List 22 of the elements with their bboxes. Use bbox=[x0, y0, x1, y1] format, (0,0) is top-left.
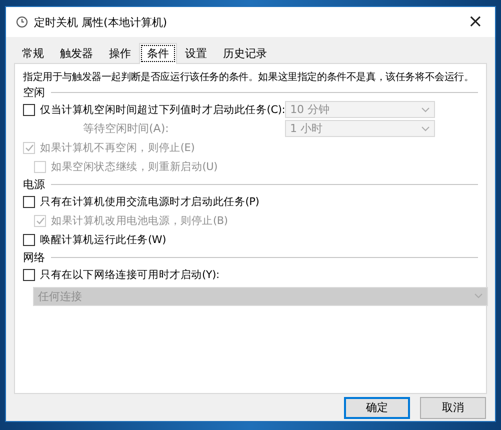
checkbox-label: 如果计算机不再空闲，则停止(E) bbox=[40, 140, 195, 154]
dialog-button[interactable]: 取消 bbox=[420, 396, 486, 418]
field-label: 等待空闲时间(A): bbox=[82, 121, 170, 136]
description-text: 指定用于与触发器一起判断是否应运行该任务的条件。如果这里指定的条件不是真，该任务将不会运行。 bbox=[23, 70, 475, 84]
close-button[interactable]: × bbox=[464, 13, 487, 31]
checkbox-label: 仅当计算机空闲时间超过下列值时才启动此任务(C): bbox=[40, 102, 286, 116]
tab[interactable]: 操作 bbox=[101, 43, 139, 64]
tab[interactable]: 历史记录 bbox=[215, 43, 275, 64]
section-title: 空闲 bbox=[23, 84, 45, 100]
tab[interactable]: 设置 bbox=[177, 43, 215, 64]
section-title: 电源 bbox=[23, 176, 45, 192]
checkbox-label: 如果空闲状态继续，则重新启动(U) bbox=[51, 160, 218, 174]
checkbox-label: 唤醒计算机运行此任务(W) bbox=[40, 232, 166, 246]
tab[interactable]: 触发器 bbox=[52, 43, 101, 64]
dialog-button[interactable]: 确定 bbox=[344, 396, 410, 418]
checkbox-label: 如果计算机改用电池电源，则停止(B) bbox=[51, 214, 228, 228]
checkbox-label: 只有在以下网络连接可用时才启动(Y): bbox=[40, 268, 220, 282]
window-title: 定时关机 属性(本地计算机) bbox=[34, 14, 168, 30]
checkbox-label: 只有在计算机使用交流电源时才启动此任务(P) bbox=[40, 194, 260, 208]
tab[interactable]: 条件 bbox=[139, 43, 177, 64]
tab[interactable]: 常规 bbox=[14, 43, 52, 64]
section-title: 网络 bbox=[23, 250, 45, 264]
